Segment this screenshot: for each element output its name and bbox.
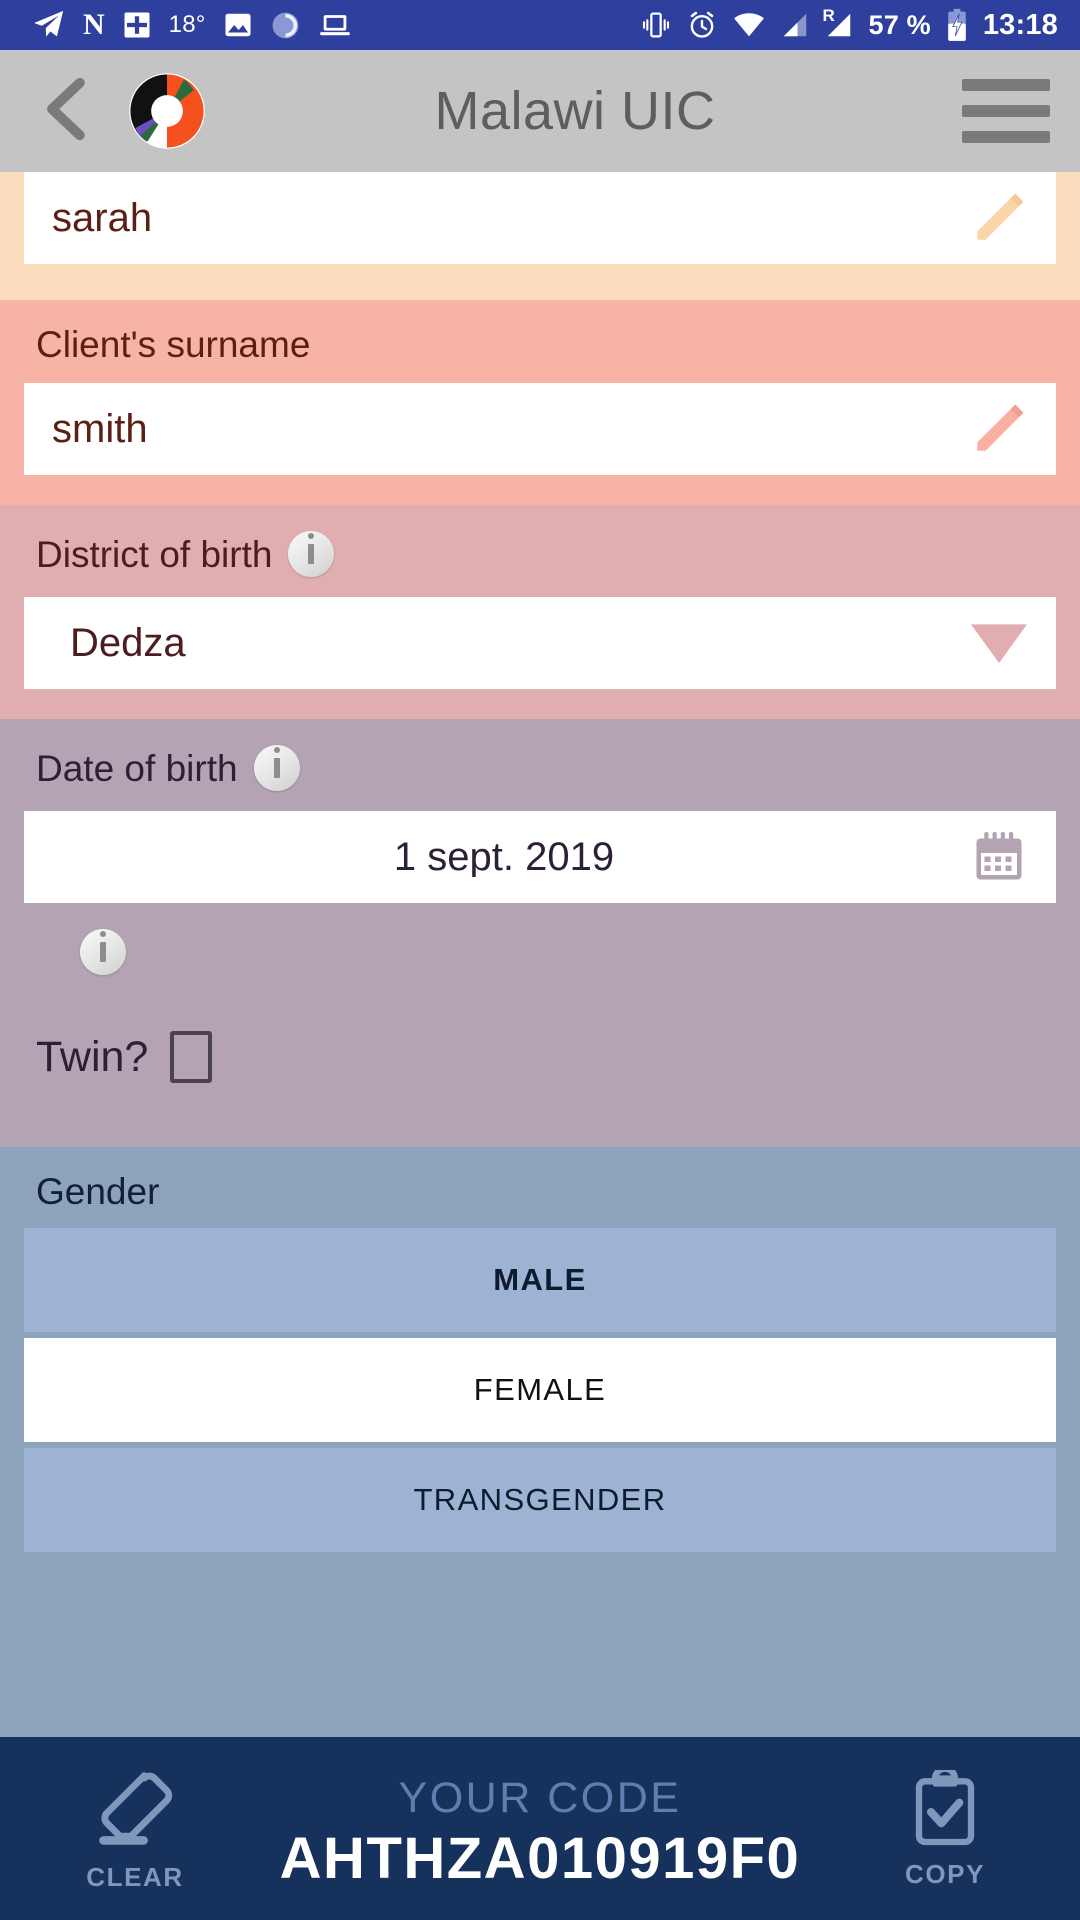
info-icon[interactable] [80, 929, 126, 975]
form-area: sarah Client's surname smith District of… [0, 172, 1080, 1737]
first-name-value: sarah [52, 198, 153, 238]
eraser-icon [92, 1767, 178, 1858]
copy-button[interactable]: COPY [850, 1765, 1040, 1889]
roaming-signal-icon: R [822, 6, 854, 40]
app-logo-icon [126, 70, 208, 152]
section-date-of-birth: Date of birth 1 sept. 2019 Twin? [0, 719, 1080, 1147]
pencil-icon[interactable] [966, 185, 1032, 251]
app-bar: Malawi UIC [0, 50, 1080, 172]
code-title: YOUR CODE [398, 1774, 682, 1822]
app-root: N 18° R 57 % 13:18 Malawi UIC sarah Clie… [0, 0, 1080, 1920]
laptop-icon [318, 8, 352, 42]
section-first-name: sarah [0, 172, 1080, 300]
gender-label-text: Gender [36, 1171, 160, 1212]
gender-option-male[interactable]: MALE [24, 1228, 1056, 1332]
pencil-icon[interactable] [966, 396, 1032, 462]
clear-button[interactable]: CLEAR [40, 1767, 230, 1890]
gallery-icon [223, 10, 253, 40]
surname-label: Client's surname [24, 326, 1056, 363]
section-gender: Gender MALE FEMALE TRANSGENDER [0, 1147, 1080, 1737]
district-dropdown[interactable]: Dedza [24, 597, 1056, 689]
section-surname: Client's surname smith [0, 300, 1080, 505]
back-button[interactable] [26, 68, 112, 154]
battery-charging-icon [945, 8, 969, 42]
code-display: YOUR CODE AHTHZA010919F0 [230, 1769, 850, 1888]
district-value: Dedza [70, 623, 186, 663]
district-label: District of birth [24, 531, 1056, 577]
twin-checkbox[interactable] [170, 1031, 213, 1083]
status-bar-left-icons: N 18° [16, 8, 352, 42]
first-name-field[interactable]: sarah [24, 172, 1056, 264]
chevron-left-icon [32, 72, 106, 151]
clipboard-check-icon [905, 1765, 985, 1855]
date-of-birth-label: Date of birth [24, 745, 1056, 791]
page-title: Malawi UIC [434, 81, 716, 141]
code-value: AHTHZA010919F0 [279, 1826, 801, 1891]
vibrate-icon [640, 9, 672, 41]
surname-field[interactable]: smith [24, 383, 1056, 475]
status-bar: N 18° R 57 % 13:18 [0, 0, 1080, 50]
wifi-icon [732, 8, 766, 42]
date-of-birth-field[interactable]: 1 sept. 2019 [24, 811, 1056, 903]
gender-label: Gender [24, 1173, 1056, 1210]
date-of-birth-value: 1 sept. 2019 [393, 837, 615, 877]
clock-time: 13:18 [982, 8, 1058, 41]
roaming-label: R [822, 6, 835, 25]
info-icon[interactable] [253, 745, 300, 791]
date-of-birth-label-text: Date of birth [36, 747, 238, 789]
twin-checkbox-row[interactable]: Twin? [24, 975, 1056, 1147]
netflix-icon: N [83, 8, 105, 41]
alarm-icon [686, 9, 718, 41]
info-icon[interactable] [288, 531, 335, 577]
copy-label: COPY [904, 1859, 986, 1889]
menu-line-1 [962, 79, 1050, 91]
section-district-of-birth: District of birth Dedza [0, 505, 1080, 719]
menu-line-2 [962, 105, 1050, 117]
gender-option-female[interactable]: FEMALE [24, 1338, 1056, 1442]
calendar-icon[interactable] [966, 824, 1032, 890]
bottom-bar: CLEAR YOUR CODE AHTHZA010919F0 COPY [0, 1737, 1080, 1920]
clear-label: CLEAR [86, 1862, 184, 1892]
status-bar-right-icons: R 57 % 13:18 [640, 6, 1064, 42]
gender-option-transgender[interactable]: TRANSGENDER [24, 1448, 1056, 1552]
sync-icon [270, 10, 301, 41]
surname-value: smith [52, 409, 148, 449]
hamburger-menu-icon[interactable] [962, 71, 1054, 151]
temperature-icon: 18° [168, 11, 206, 38]
twin-info-row [24, 903, 1056, 975]
surname-label-text: Client's surname [36, 324, 311, 365]
battery-percent-label: 57 % [868, 9, 931, 40]
district-label-text: District of birth [36, 533, 273, 575]
signal-icon [780, 10, 810, 40]
calendar-plus-icon [122, 10, 152, 40]
gender-options: MALE FEMALE TRANSGENDER [24, 1228, 1056, 1552]
telegram-icon [32, 8, 66, 42]
chevron-down-icon[interactable] [966, 610, 1032, 676]
twin-label: Twin? [36, 1032, 149, 1081]
menu-line-3 [962, 131, 1050, 143]
